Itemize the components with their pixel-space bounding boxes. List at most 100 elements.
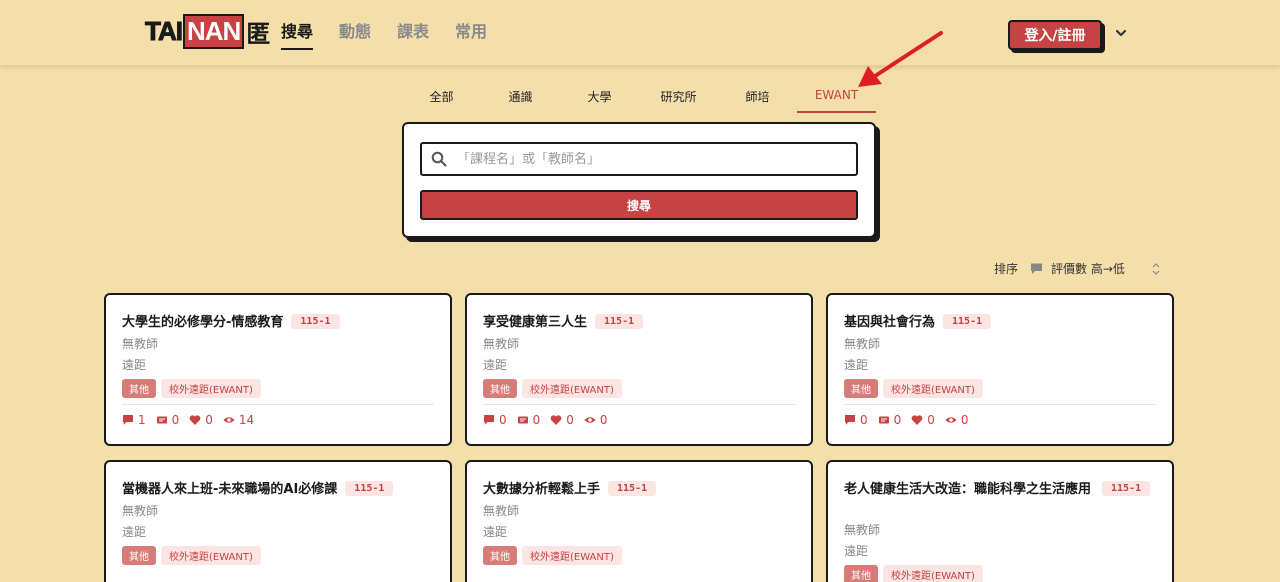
- divider: [844, 404, 1156, 405]
- teacher-name: 無教師: [122, 504, 159, 518]
- nav-timetable[interactable]: 課表: [397, 18, 429, 50]
- source-tag: 校外遠距(EWANT): [883, 565, 983, 582]
- semester-badge: 115-1: [943, 314, 992, 329]
- semester-badge: 115-1: [608, 481, 657, 496]
- category-tag: 其他: [122, 379, 156, 398]
- view-count: 0: [960, 413, 969, 427]
- comment-icon: [484, 415, 494, 425]
- logo-part-3: 匿: [246, 20, 270, 48]
- sort-toggle-icon[interactable]: [1151, 262, 1161, 276]
- course-stats: 0 0 0 0: [844, 413, 969, 427]
- category-tabs: 全部 通識 大學 研究所 師培 EWANT: [402, 82, 876, 113]
- tab-undergrad[interactable]: 大學: [560, 82, 639, 113]
- review-count: 0: [171, 413, 180, 427]
- category-tag: 其他: [122, 546, 156, 565]
- review-icon: [156, 416, 167, 424]
- main-nav: 搜尋 動態 課表 常用: [281, 18, 487, 50]
- tab-general-ed[interactable]: 通識: [481, 82, 560, 113]
- logo-part-1: TAI: [144, 15, 183, 47]
- comment-count: 0: [860, 413, 868, 427]
- search-button[interactable]: 搜尋: [420, 190, 858, 220]
- course-title: 享受健康第三人生: [483, 315, 588, 330]
- nav-feed[interactable]: 動態: [339, 18, 371, 50]
- search-field[interactable]: [420, 142, 858, 176]
- course-card[interactable]: 老人健康生活大改造：職能科學之生活應用 115-1 無教師 遠距 其他 校外遠距…: [826, 460, 1174, 582]
- review-icon: [517, 416, 528, 424]
- login-register-button[interactable]: 登入/註冊: [1008, 20, 1102, 50]
- course-card[interactable]: 大數據分析輕鬆上手 115-1 無教師 遠距 其他 校外遠距(EWANT): [465, 460, 813, 582]
- comment-count: 1: [138, 413, 146, 427]
- site-logo[interactable]: TAI NAN 匿: [144, 13, 270, 49]
- course-title: 當機器人來上班-未來職場的AI必修課: [122, 482, 338, 497]
- comment-icon: [123, 415, 133, 425]
- semester-badge: 115-1: [345, 481, 394, 496]
- source-tag: 校外遠距(EWANT): [522, 546, 622, 565]
- teacher-name: 無教師: [122, 337, 159, 351]
- view-count: 0: [599, 413, 608, 427]
- source-tag: 校外遠距(EWANT): [161, 546, 261, 565]
- review-count: 0: [532, 413, 541, 427]
- course-mode: 遠距: [844, 544, 869, 558]
- teacher-name: 無教師: [844, 337, 881, 351]
- divider: [483, 404, 795, 405]
- review-count: 0: [893, 413, 902, 427]
- course-card[interactable]: 享受健康第三人生 115-1 無教師 遠距 其他 校外遠距(EWANT) 0 0…: [465, 293, 813, 446]
- course-title: 老人健康生活大改造：職能科學之生活應用: [844, 482, 1092, 497]
- sort-control[interactable]: 排序 評價數 高→低: [994, 260, 1161, 277]
- nav-search[interactable]: 搜尋: [281, 18, 314, 50]
- search-panel: 搜尋: [402, 122, 876, 238]
- category-tag: 其他: [844, 565, 878, 582]
- course-stats: 0 0 0 0: [483, 413, 608, 427]
- search-icon: [431, 151, 447, 167]
- top-header: TAI NAN 匿 搜尋 動態 課表 常用 登入/註冊: [0, 0, 1280, 66]
- heart-icon: [911, 415, 923, 425]
- course-stats: 1 0 0 14: [122, 413, 254, 427]
- course-card[interactable]: 基因與社會行為 115-1 無教師 遠距 其他 校外遠距(EWANT) 0 0 …: [826, 293, 1174, 446]
- category-tag: 其他: [483, 379, 517, 398]
- divider: [122, 404, 434, 405]
- review-icon: [878, 416, 889, 424]
- course-mode: 遠距: [122, 525, 147, 539]
- source-tag: 校外遠距(EWANT): [522, 379, 622, 398]
- source-tag: 校外遠距(EWANT): [161, 379, 261, 398]
- course-mode: 遠距: [844, 358, 869, 372]
- course-mode: 遠距: [122, 358, 147, 372]
- tab-teacher-training[interactable]: 師培: [718, 82, 797, 113]
- course-title: 基因與社會行為: [844, 315, 936, 330]
- eye-icon: [584, 417, 596, 423]
- view-count: 14: [238, 413, 255, 427]
- sort-label: 排序: [994, 262, 1019, 276]
- semester-badge: 115-1: [1102, 481, 1151, 496]
- like-count: 0: [205, 413, 213, 427]
- source-tag: 校外遠距(EWANT): [883, 379, 983, 398]
- search-input[interactable]: [457, 151, 856, 167]
- category-tag: 其他: [844, 379, 878, 398]
- comment-count: 0: [499, 413, 507, 427]
- semester-badge: 115-1: [291, 314, 340, 329]
- comment-icon: [845, 415, 855, 425]
- heart-icon: [550, 415, 562, 425]
- teacher-name: 無教師: [483, 337, 520, 351]
- tab-ewant[interactable]: EWANT: [797, 82, 876, 113]
- category-tag: 其他: [483, 546, 517, 565]
- comment-icon: [1031, 263, 1043, 274]
- course-title: 大學生的必修學分-情感教育: [122, 315, 284, 330]
- course-card[interactable]: 當機器人來上班-未來職場的AI必修課 115-1 無教師 遠距 其他 校外遠距(…: [104, 460, 452, 582]
- teacher-name: 無教師: [483, 504, 520, 518]
- like-count: 0: [927, 413, 935, 427]
- course-title: 大數據分析輕鬆上手: [483, 482, 601, 497]
- heart-icon: [189, 415, 201, 425]
- teacher-name: 無教師: [844, 523, 881, 537]
- chevron-down-icon[interactable]: [1114, 26, 1128, 40]
- course-mode: 遠距: [483, 525, 508, 539]
- logo-part-2: NAN: [182, 13, 245, 49]
- tab-all[interactable]: 全部: [402, 82, 481, 113]
- course-mode: 遠距: [483, 358, 508, 372]
- course-card[interactable]: 大學生的必修學分-情感教育 115-1 無教師 遠距 其他 校外遠距(EWANT…: [104, 293, 452, 446]
- sort-value: 評價數 高→低: [1051, 262, 1125, 276]
- nav-favorites[interactable]: 常用: [455, 18, 487, 50]
- tab-graduate[interactable]: 研究所: [639, 82, 718, 113]
- eye-icon: [223, 417, 235, 423]
- semester-badge: 115-1: [595, 314, 644, 329]
- eye-icon: [945, 417, 957, 423]
